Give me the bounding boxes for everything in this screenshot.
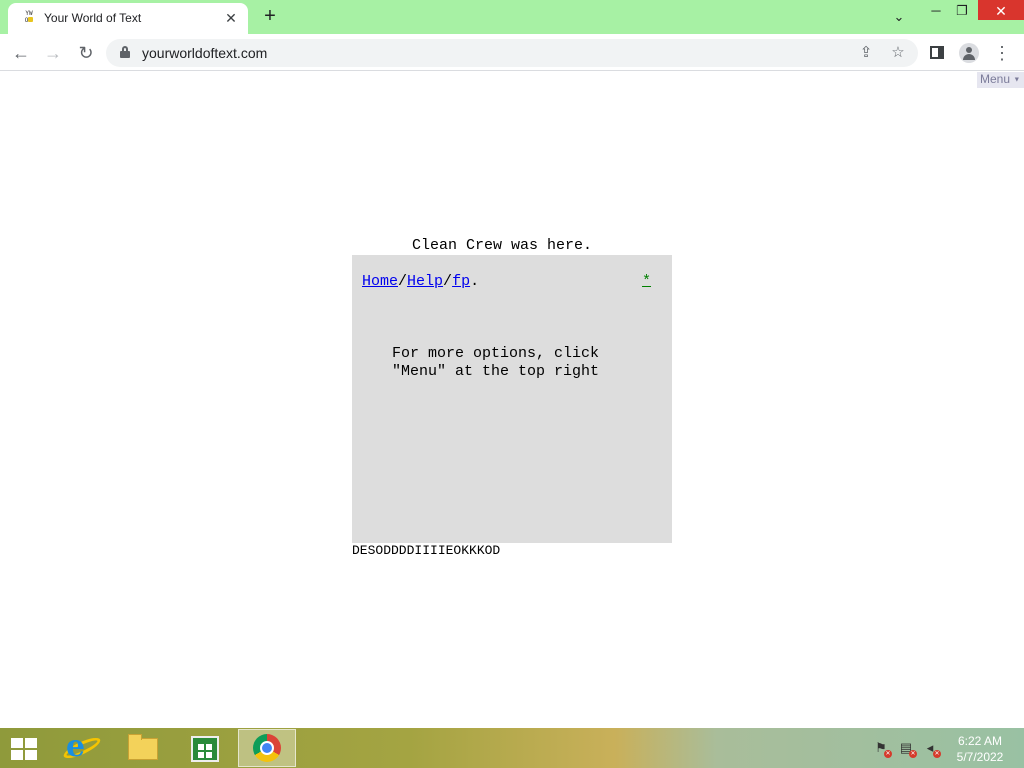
address-bar[interactable]: yourworldoftext.com ⇪ ☆	[106, 39, 918, 67]
store-icon[interactable]	[177, 730, 233, 766]
new-tab-button[interactable]: +	[258, 5, 282, 29]
more-options-icon[interactable]: ⋮	[991, 42, 1013, 64]
tab-title: Your World of Text	[44, 11, 142, 25]
breadcrumb: Home/Help/fp.	[362, 273, 479, 290]
system-clock[interactable]: 6:22 AM 5/7/2022	[950, 733, 1010, 765]
share-icon[interactable]: ⇪	[856, 43, 876, 63]
fp-link[interactable]: fp	[452, 273, 470, 290]
reload-icon[interactable]: ↻	[73, 40, 99, 66]
caret-down-icon: ▼	[1013, 76, 1021, 84]
action-center-flag-icon[interactable]: ⚑ ✕	[872, 740, 892, 758]
restore-window-button[interactable]: ❐	[952, 0, 972, 22]
world-text-line: DESODDDDIIIIEOKKKOD	[352, 543, 501, 558]
browser-tab[interactable]: YW O Your World of Text ✕	[8, 3, 248, 34]
browser-toolbar: ← → ↻ yourworldoftext.com ⇪ ☆ ⋮	[0, 34, 1024, 71]
help-tile-box: Home/Help/fp. * For more options, click …	[352, 255, 672, 543]
star-link[interactable]: *	[642, 273, 651, 290]
minimize-window-button[interactable]: ─	[926, 0, 946, 22]
network-icon[interactable]: ▤ ✕	[897, 740, 917, 758]
breadcrumb-separator: /	[443, 273, 453, 290]
close-window-button[interactable]: ✕	[978, 0, 1024, 20]
browser-tab-strip: YW O Your World of Text ✕ + ⌄ ─ ❐ ✕	[0, 0, 1024, 34]
help-link[interactable]: Help	[407, 273, 443, 290]
breadcrumb-separator: /	[398, 273, 408, 290]
clock-time: 6:22 AM	[957, 734, 1003, 748]
volume-muted-icon[interactable]: ◂ ✕	[921, 740, 941, 758]
forward-arrow-icon[interactable]: →	[40, 40, 66, 66]
windows-taskbar: e ⚑ ✕ ▤ ✕ ◂ ✕ 6:22 AM 5/7/2022	[0, 728, 1024, 768]
text-world-canvas[interactable]: Menu ▼ Clean Crew was here. Home/Help/fp…	[0, 72, 1024, 728]
profile-avatar-icon[interactable]	[958, 42, 980, 64]
bookmark-star-icon[interactable]: ☆	[888, 43, 908, 63]
help-info-line: For more options, click	[392, 345, 600, 362]
world-text-line: Clean Crew was here.	[412, 237, 593, 254]
menu-button[interactable]: Menu ▼	[977, 72, 1024, 88]
tab-search-chevron-icon[interactable]: ⌄	[888, 6, 910, 28]
clock-date: 5/7/2022	[956, 750, 1004, 764]
lock-icon[interactable]	[120, 46, 130, 58]
site-favicon-icon: YW O	[24, 10, 34, 24]
help-info-line: "Menu" at the top right	[392, 363, 600, 380]
tab-close-icon[interactable]: ✕	[222, 9, 240, 27]
windows-logo-icon	[11, 738, 37, 760]
back-arrow-icon[interactable]: ←	[8, 40, 34, 66]
url-text[interactable]: yourworldoftext.com	[142, 45, 267, 61]
internet-explorer-icon[interactable]: e	[54, 730, 110, 766]
home-link[interactable]: Home	[362, 273, 398, 290]
menu-label[interactable]: Menu	[980, 72, 1010, 86]
chrome-icon[interactable]	[238, 729, 296, 767]
start-button[interactable]	[0, 730, 56, 766]
file-explorer-icon[interactable]	[115, 730, 171, 766]
breadcrumb-end: .	[470, 273, 480, 290]
side-panel-icon[interactable]	[926, 42, 948, 64]
